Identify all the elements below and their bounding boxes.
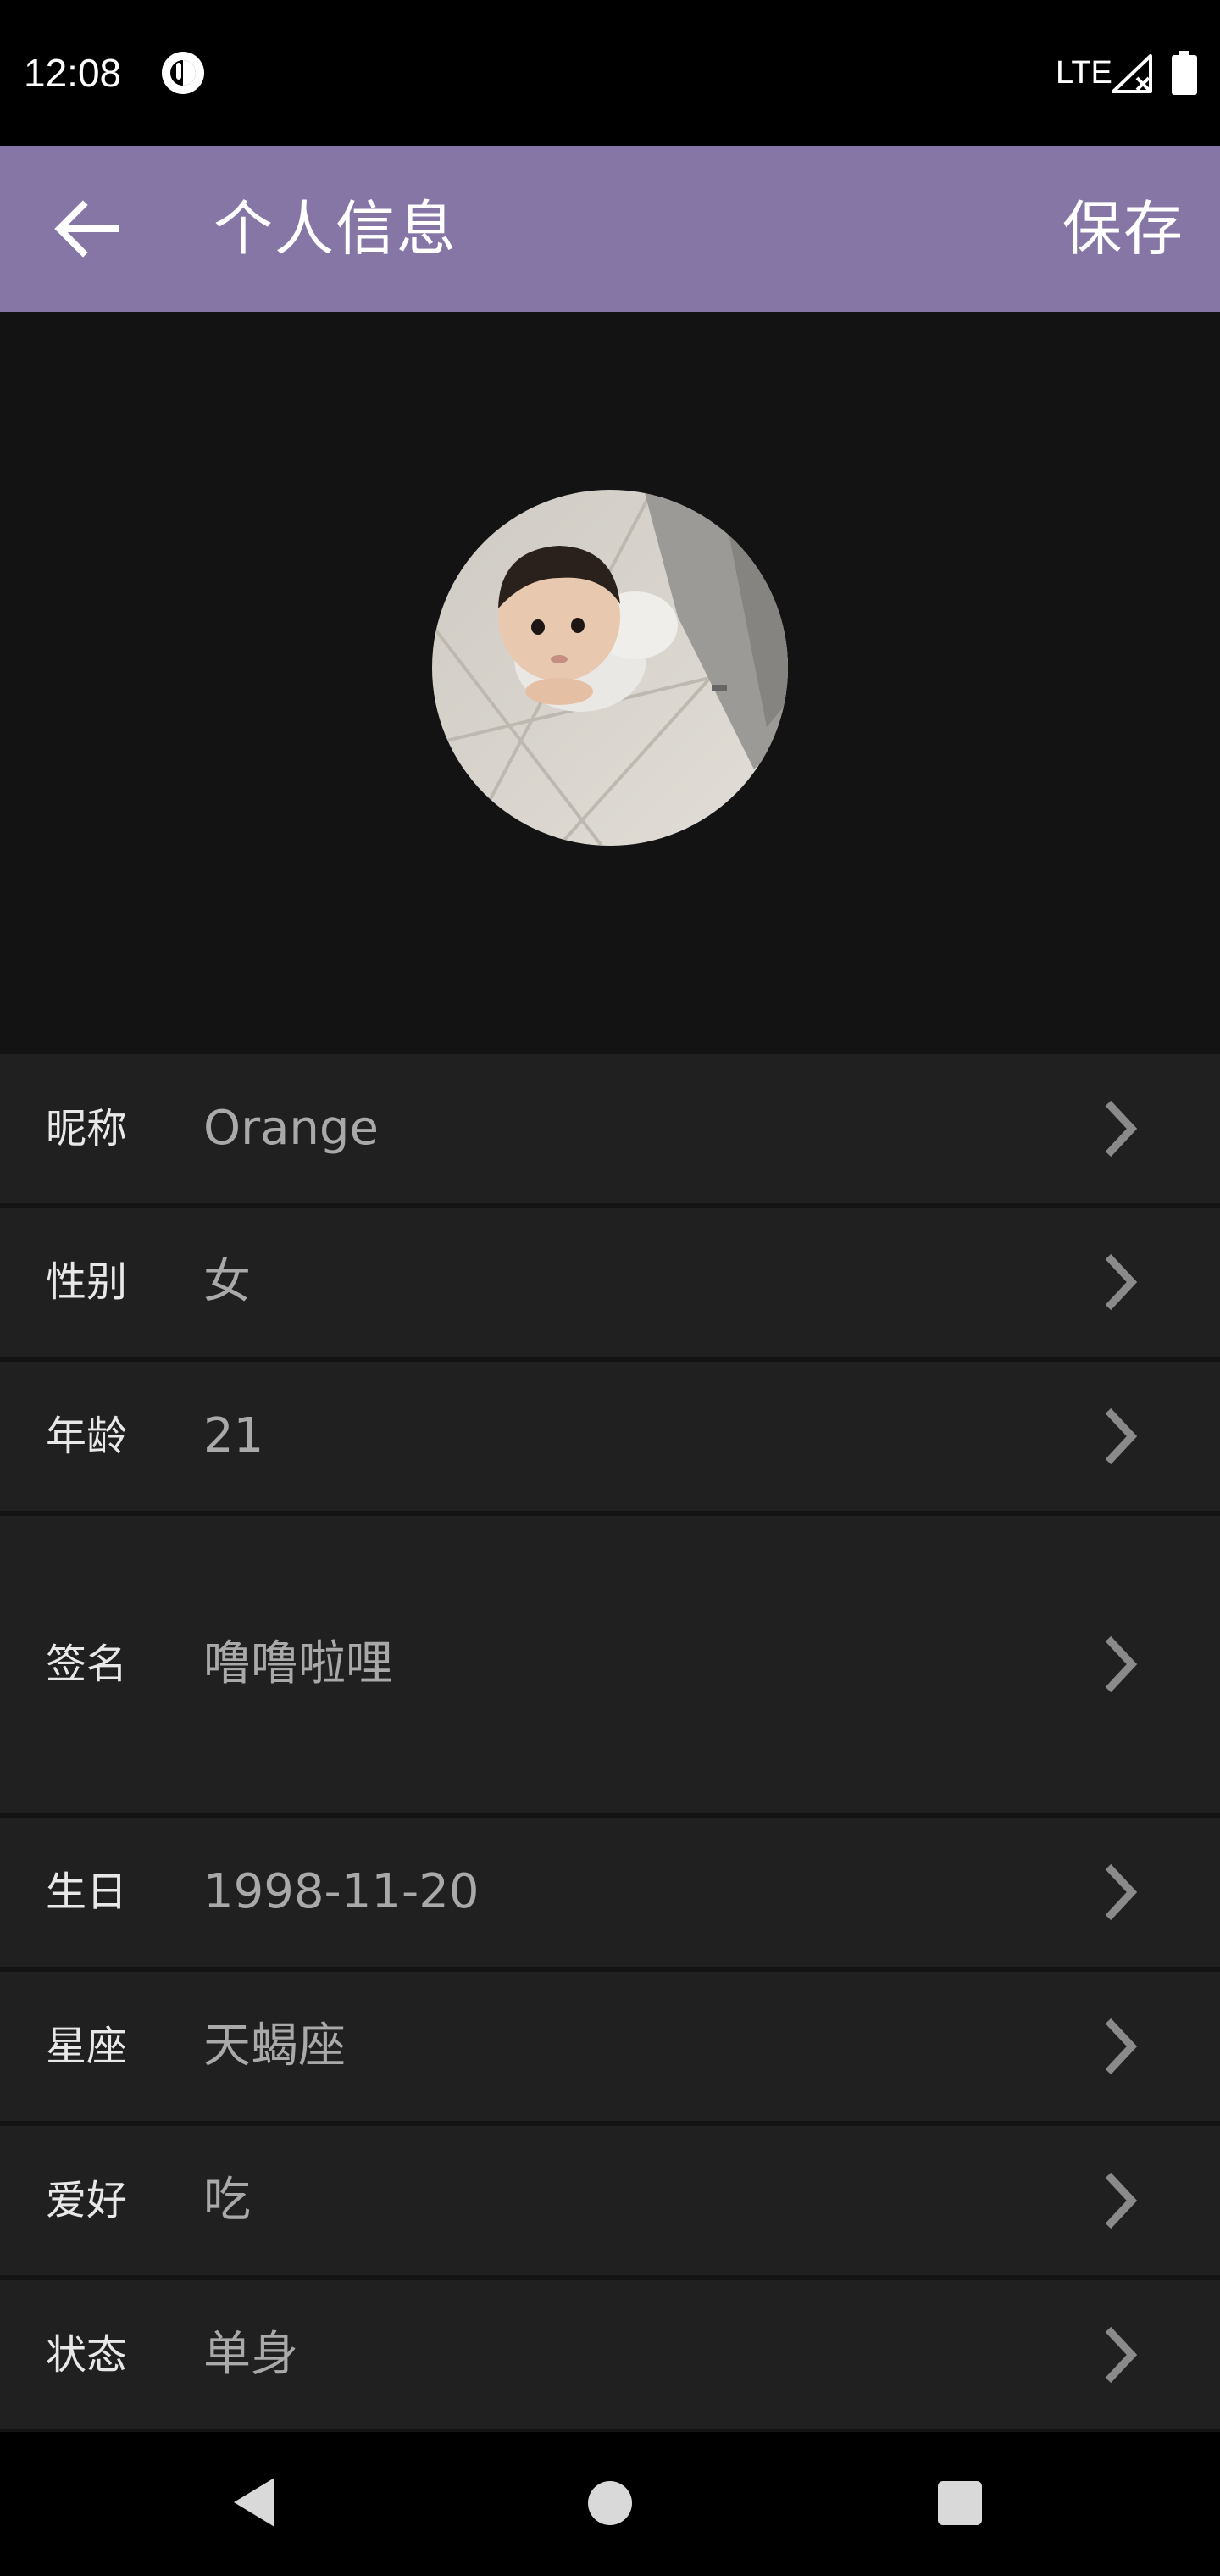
nav-home-icon[interactable] (588, 2481, 632, 2525)
row-label: 签名 (46, 1641, 128, 1688)
row-label: 状态 (46, 2331, 128, 2379)
chevron-right-icon (1105, 2326, 1138, 2384)
save-button[interactable]: 保存 (1062, 190, 1184, 268)
status-time: 12:08 (24, 51, 122, 95)
battery-icon (1172, 51, 1197, 95)
row-value: 1998-11-20 (203, 1864, 480, 1919)
nav-back-icon[interactable] (230, 2476, 278, 2529)
row-label: 爱好 (46, 2177, 128, 2224)
row-label: 性别 (46, 1258, 128, 1306)
avatar-section (0, 312, 1220, 1052)
status-bar: 12:08 LTE (0, 0, 1220, 146)
nav-recents-icon[interactable] (938, 2481, 982, 2525)
row-value: 21 (203, 1408, 264, 1463)
avatar[interactable] (432, 490, 788, 846)
row-label: 星座 (46, 2023, 128, 2070)
chevron-right-icon (1105, 1253, 1138, 1311)
row-value: 单身 (203, 2327, 298, 2382)
chevron-right-icon (1105, 1635, 1138, 1693)
profile-row-status[interactable]: 状态 单身 (0, 2280, 1220, 2429)
profile-row-constellation[interactable]: 星座 天蝎座 (0, 1972, 1220, 2121)
profile-row-birthday[interactable]: 生日 1998-11-20 (0, 1818, 1220, 1967)
row-value: 天蝎座 (203, 2018, 346, 2074)
chevron-right-icon (1105, 1407, 1138, 1465)
profile-row-hobby[interactable]: 爱好 吃 (0, 2126, 1220, 2275)
chevron-right-icon (1105, 1100, 1138, 1158)
row-value: 吃 (203, 2173, 251, 2228)
signal-icon (1112, 54, 1152, 93)
page-title: 个人信息 (214, 194, 458, 264)
row-label: 昵称 (46, 1105, 128, 1152)
app-bar: 个人信息 保存 (0, 146, 1220, 312)
row-value: 噜噜啦哩 (203, 1636, 393, 1691)
back-arrow-icon[interactable] (46, 188, 127, 269)
profile-row-gender[interactable]: 性别 女 (0, 1208, 1220, 1357)
row-label: 年龄 (46, 1413, 128, 1460)
avatar-photo (432, 490, 788, 846)
chevron-right-icon (1105, 2172, 1138, 2229)
row-label: 生日 (46, 1868, 128, 1916)
profile-row-nickname[interactable]: 昵称 Orange (0, 1054, 1220, 1203)
profile-row-age[interactable]: 年龄 21 (0, 1362, 1220, 1511)
system-nav-bar (0, 2432, 1220, 2576)
chevron-right-icon (1105, 2018, 1138, 2075)
network-type-label: LTE (1056, 55, 1112, 91)
app-notification-icon (162, 52, 204, 94)
row-value: 女 (203, 1254, 251, 1309)
chevron-right-icon (1105, 1863, 1138, 1921)
profile-row-signature[interactable]: 签名 噜噜啦哩 (0, 1516, 1220, 1813)
profile-screen: 12:08 LTE 个人信息 保存 昵称 Orange 性别 女 年龄 21 签… (0, 0, 1220, 2576)
row-value: Orange (203, 1101, 379, 1156)
